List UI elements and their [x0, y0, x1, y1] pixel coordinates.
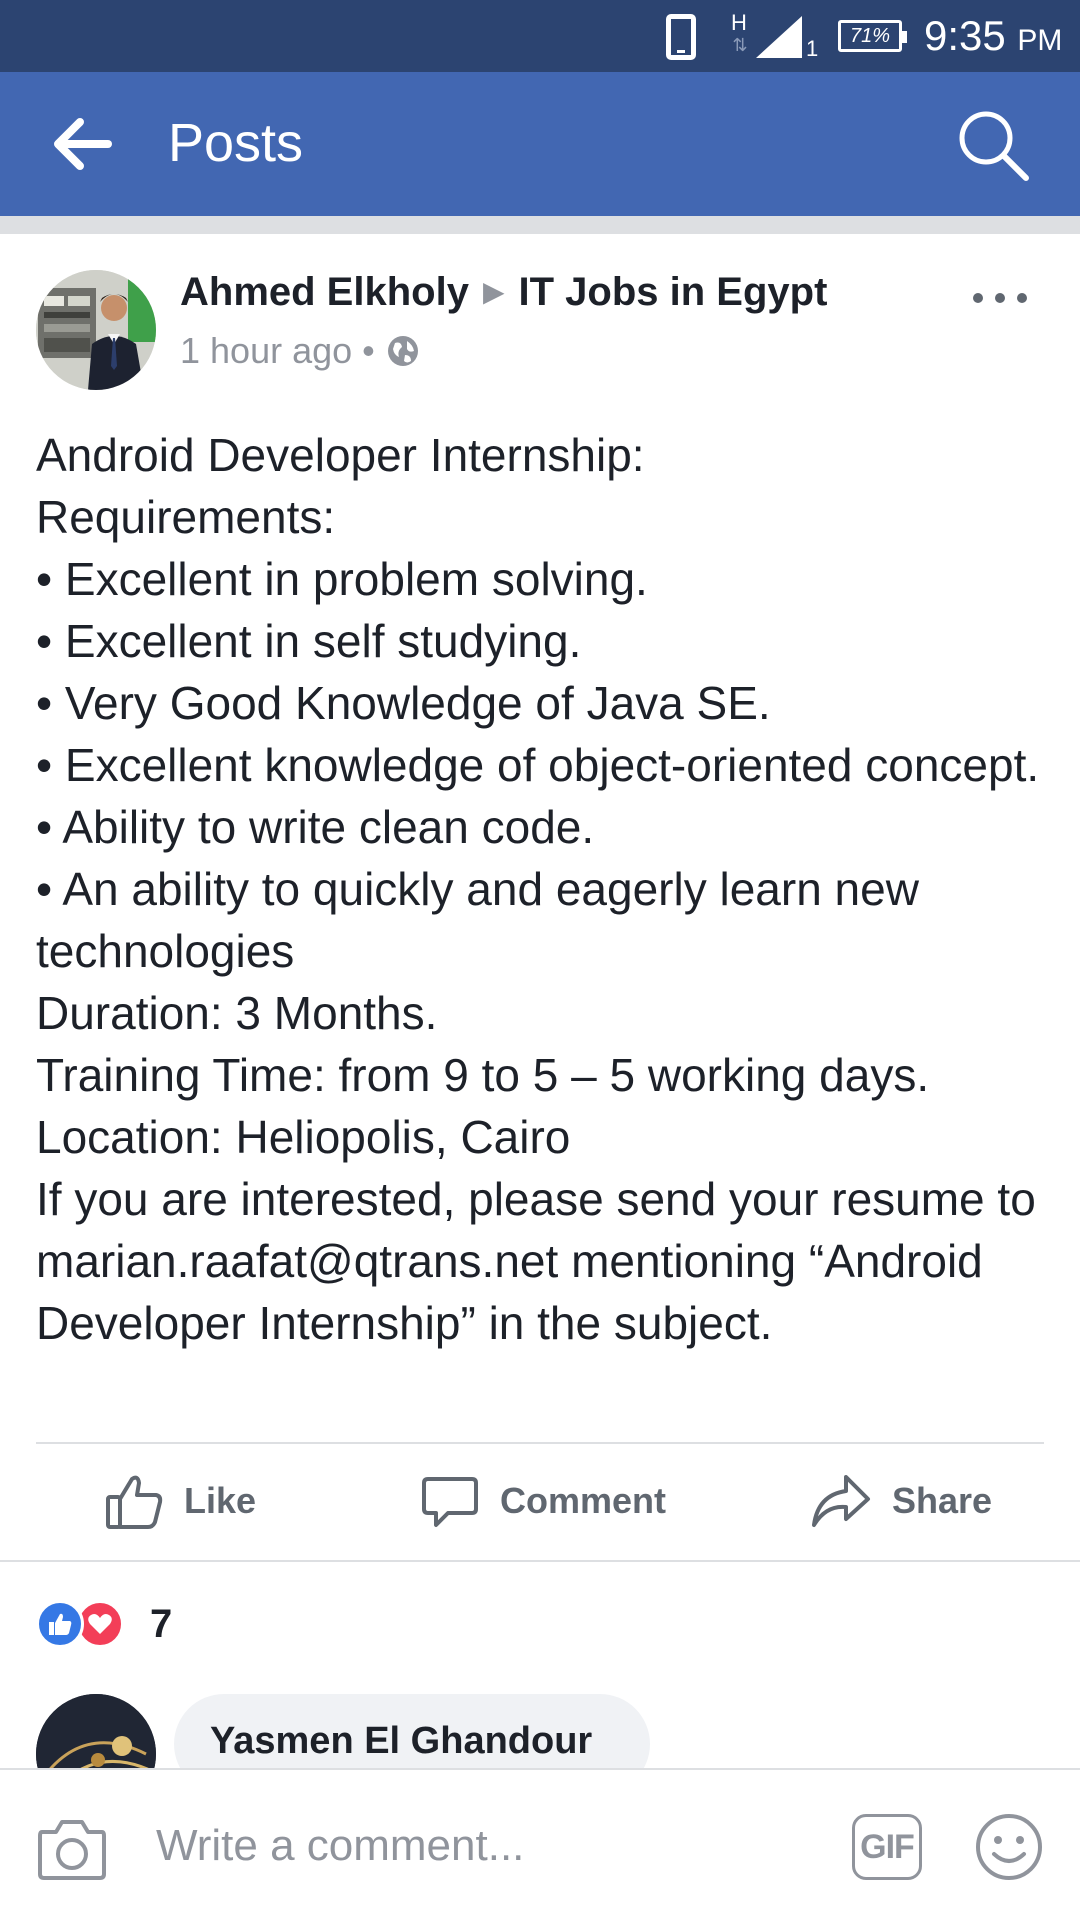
thumbs-up-icon	[106, 1475, 163, 1529]
heart-icon	[88, 1614, 112, 1634]
camera-icon[interactable]	[36, 1814, 108, 1882]
share-arrow-icon: ▶	[482, 276, 505, 307]
commenter-name[interactable]: Yasmen El Ghandour	[210, 1720, 592, 1763]
comment-composer: GIF	[0, 1768, 1080, 1920]
post-timestamp[interactable]: 1 hour ago	[180, 330, 352, 372]
like-button[interactable]: Like	[104, 1466, 256, 1536]
like-label: Like	[184, 1480, 257, 1521]
post-line: • Ability to write clean code.	[36, 801, 595, 853]
phone-icon	[666, 14, 696, 60]
section-divider	[0, 1560, 1080, 1562]
author-avatar[interactable]	[36, 270, 156, 390]
clock-ampm: PM	[1017, 24, 1063, 57]
status-bar: H ⇅ 1 71% 9:35 PM	[0, 0, 1080, 72]
data-arrows-icon: ⇅	[732, 35, 747, 55]
reactions-summary[interactable]: 7	[36, 1598, 172, 1650]
action-bar-divider	[36, 1442, 1044, 1444]
comment-label: Comment	[500, 1480, 667, 1521]
globe-icon	[387, 336, 418, 366]
author-name[interactable]: Ahmed Elkholy	[180, 270, 469, 314]
share-button[interactable]: Share	[810, 1466, 992, 1536]
post-author-line: Ahmed Elkholy ▶ IT Jobs in Egypt	[180, 270, 827, 315]
reaction-count: 7	[150, 1601, 173, 1646]
post-line: If you are interested, please send your …	[36, 1173, 1036, 1349]
post-line: • Excellent in self studying.	[36, 615, 582, 667]
top-nav-bar: Posts	[0, 72, 1080, 216]
post-line: Android Developer Internship:	[36, 429, 645, 481]
post-line: Duration: 3 Months.	[36, 987, 438, 1039]
battery-icon: 71%	[838, 20, 907, 52]
post-line: Training Time: from 9 to 5 – 5 working d…	[36, 1049, 930, 1101]
clock-time: 9:35	[924, 12, 1006, 59]
meta-separator: •	[362, 330, 375, 371]
back-arrow-icon[interactable]	[48, 108, 120, 180]
author-photo	[36, 270, 156, 390]
post-line: Requirements:	[36, 491, 336, 543]
post-meta: 1 hour ago •	[180, 330, 421, 372]
comment-button[interactable]: Comment	[420, 1466, 666, 1536]
battery-level: 71%	[849, 25, 891, 47]
gif-button[interactable]: GIF	[852, 1814, 922, 1880]
emoji-icon[interactable]	[974, 1812, 1044, 1882]
network-type-icon: H ⇅	[726, 12, 752, 58]
post-line: • An ability to quickly and eagerly lear…	[36, 863, 919, 977]
search-icon[interactable]	[954, 106, 1032, 184]
page-title: Posts	[168, 113, 304, 173]
signal-icon	[756, 16, 802, 58]
share-label: Share	[892, 1480, 993, 1521]
group-name[interactable]: IT Jobs in Egypt	[519, 270, 828, 314]
thumbs-up-icon	[49, 1613, 72, 1635]
comment-bubble-icon	[422, 1477, 478, 1527]
post-line: • Excellent knowledge of object-oriented…	[36, 739, 1040, 791]
comment-input[interactable]	[156, 1816, 796, 1876]
post-line: • Excellent in problem solving.	[36, 553, 648, 605]
sim-slot-label: 1	[806, 36, 819, 61]
share-arrow-outline-icon	[812, 1475, 870, 1527]
more-options-icon[interactable]	[968, 286, 1032, 310]
post-line: Location: Heliopolis, Cairo	[36, 1111, 571, 1163]
post-line: • Very Good Knowledge of Java SE.	[36, 677, 771, 729]
feed-divider	[0, 216, 1080, 234]
network-type-label: H	[731, 10, 747, 35]
like-reaction-icon	[36, 1600, 84, 1648]
post-text: Android Developer Internship: Requiremen…	[36, 424, 1046, 1354]
clock: 9:35 PM	[924, 12, 1062, 60]
